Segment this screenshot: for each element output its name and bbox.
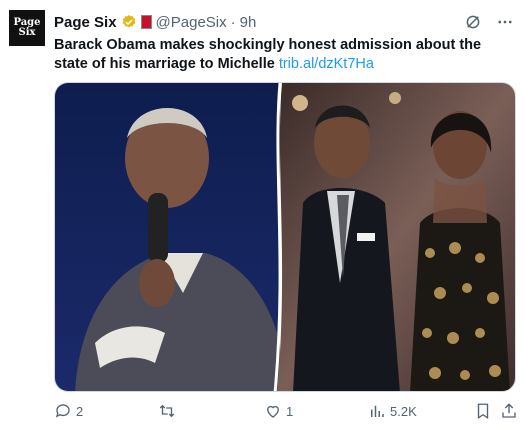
left-photo [55,83,280,391]
share-icon [502,403,516,418]
tweet-text: Barack Obama makes shockingly honest adm… [54,36,516,74]
like-action[interactable]: 1 [264,402,293,420]
separator-dot: · [230,13,236,31]
affiliate-badge-icon [140,15,152,29]
media-photo-composite [55,83,515,391]
tweet-link[interactable]: trib.al/dzKt7Ha [279,56,374,72]
share-action[interactable] [500,402,518,420]
tweet-body: Barack Obama makes shockingly honest adm… [54,37,482,72]
tweet-media[interactable] [54,82,516,392]
like-count: 1 [286,403,294,419]
right-photo [277,83,515,391]
retweet-action[interactable] [158,402,180,420]
bookmark-action[interactable] [474,402,492,420]
verified-badge-icon [122,15,135,28]
views-count: 5.2K [390,403,417,419]
author-handle[interactable]: @PageSix [156,14,227,31]
reply-count: 2 [76,403,84,419]
views-action[interactable]: 5.2K [368,402,417,420]
tweet-time[interactable]: 9h [240,14,257,31]
tweet-actions: 2 1 5.2K [54,402,516,422]
retweet-icon [159,404,175,418]
avatar-text-line2: Six [18,27,36,38]
views-icon [371,405,384,417]
author-name[interactable]: Page Six [54,14,117,31]
reply-icon [55,404,70,418]
tweet-header: Page Six @PageSix · 9h [54,12,514,32]
grok-icon[interactable] [464,13,482,31]
bookmark-icon [477,403,489,420]
reply-action[interactable]: 2 [54,402,83,420]
like-icon [267,405,279,418]
more-icon[interactable] [496,13,514,31]
avatar[interactable]: Page Six [9,10,45,46]
